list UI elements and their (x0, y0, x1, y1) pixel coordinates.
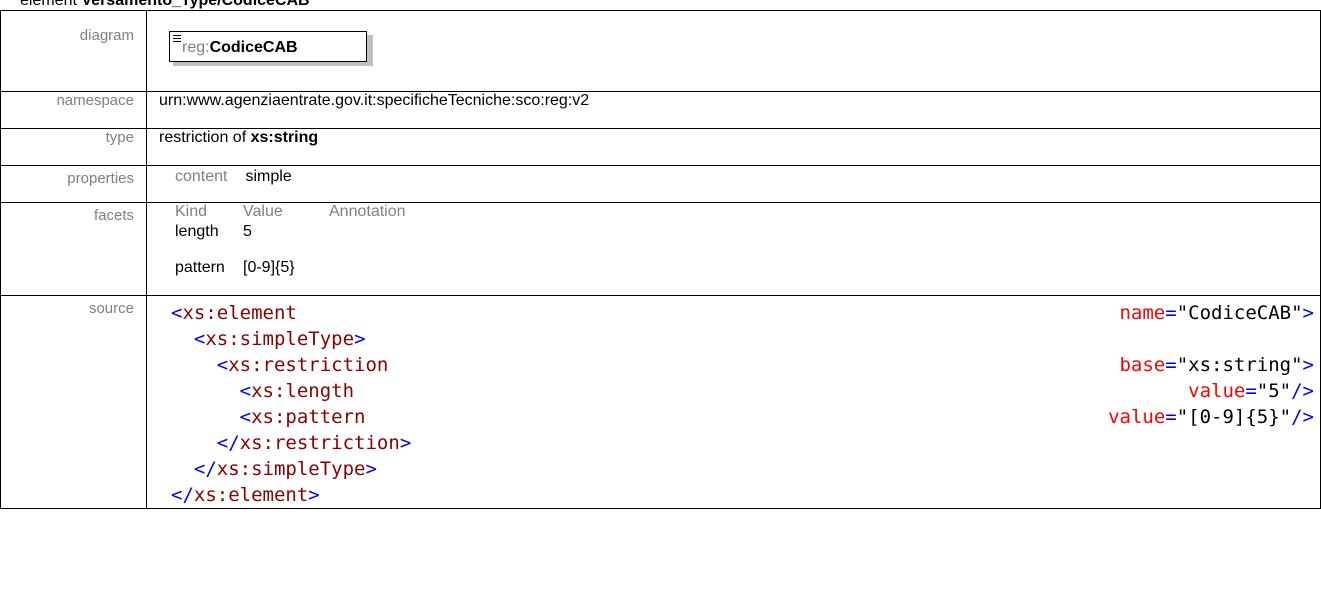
facets-header-kind: Kind (175, 203, 208, 220)
source-tag-name: xs:simpleType (216, 458, 366, 480)
source-indent (171, 458, 194, 480)
source-open-bracket: </ (216, 432, 240, 454)
source-open-bracket: < (239, 380, 252, 402)
facet-value: 5 (243, 223, 252, 240)
facet-row: pattern [0-9]{5} (159, 255, 1320, 285)
source-line: <xs:restriction base="xs:string"> (171, 352, 1320, 378)
source-line: <xs:element name="CodiceCAB"> (171, 300, 1320, 326)
type-prefix: restriction of (159, 129, 251, 146)
source-attr-value: "5" (1256, 380, 1292, 402)
namespace-row: namespace urn:www.agenziaentrate.gov.it:… (0, 91, 1321, 129)
source-close-bracket: > (365, 458, 377, 480)
facets-table: Kind Value Annotation length 5 pattern [0-9]… (159, 203, 1320, 285)
heading-prefix: element (20, 0, 82, 9)
source-line: </xs:element> (171, 482, 1320, 508)
facets-header-value: Value (243, 203, 283, 220)
source-attribute: value="[0-9]{5}"/> (1108, 404, 1314, 430)
diagram-element-local: CodiceCAB (209, 39, 298, 56)
source-attr-name: name (1119, 302, 1166, 324)
property-key: content (175, 168, 228, 185)
facet-row: length 5 (159, 221, 1320, 255)
type-label: type (0, 128, 147, 166)
properties-row: properties content simple (0, 165, 1321, 203)
properties-label: properties (0, 165, 147, 203)
facets-cell: Kind Value Annotation length 5 pattern [0-9]… (146, 202, 1321, 296)
source-indent (171, 328, 194, 350)
source-tag-name: xs:simpleType (205, 328, 355, 350)
diagram-element-name: reg:CodiceCAB (182, 39, 298, 57)
diagram-element-prefix: reg: (182, 39, 210, 56)
type-value: restriction of xs:string (146, 128, 1321, 166)
source-attr-value: "[0-9]{5}" (1176, 406, 1292, 428)
source-tag-name: xs:length (251, 380, 355, 402)
simple-content-icon (173, 35, 181, 44)
source-attr-name: base (1119, 354, 1166, 376)
source-open-bracket: < (171, 302, 183, 324)
source-open-bracket: </ (171, 484, 194, 506)
facets-header-annotation: Annotation (329, 203, 406, 220)
namespace-label: namespace (0, 91, 147, 129)
source-line: <xs:simpleType> (171, 326, 1320, 352)
source-line: <xs:length value="5"/> (171, 378, 1320, 404)
diagram-row: diagram reg:CodiceCAB (0, 10, 1321, 92)
type-row: type restriction of xs:string (0, 128, 1321, 166)
facet-value: [0-9]{5} (243, 259, 295, 276)
source-attribute: value="5"/> (1188, 378, 1314, 404)
namespace-value: urn:www.agenziaentrate.gov.it:specifiche… (146, 91, 1321, 129)
properties-entry: content simple (159, 166, 1320, 186)
source-tag-name: xs:pattern (251, 406, 366, 428)
source-row: source <xs:element name="CodiceCAB"> <xs:… (0, 295, 1321, 509)
diagram-label: diagram (0, 10, 147, 92)
source-close-bracket: > (1302, 354, 1314, 376)
element-diagram-box[interactable]: reg:CodiceCAB (169, 31, 373, 66)
source-indent (171, 432, 217, 454)
facets-label: facets (0, 202, 147, 296)
source-attr-equals: = (1165, 302, 1177, 324)
source-attr-equals: = (1165, 406, 1177, 428)
source-cell: <xs:element name="CodiceCAB"> <xs:simpleT… (146, 295, 1321, 509)
source-open-bracket: < (216, 354, 229, 376)
source-code: <xs:element name="CodiceCAB"> <xs:simpleT… (159, 296, 1320, 508)
source-attribute: base="xs:string"> (1119, 352, 1314, 378)
source-attr-name: value (1188, 380, 1246, 402)
source-tag-name: xs:restriction (239, 432, 400, 454)
facets-header: Kind Value Annotation (159, 203, 1320, 221)
source-tag-name: xs:element (193, 484, 309, 506)
properties-cell: content simple (146, 165, 1321, 203)
source-close-bracket: > (399, 432, 412, 454)
source-line: </xs:restriction> (171, 430, 1320, 456)
diagram-cell: reg:CodiceCAB (146, 10, 1321, 92)
page-heading: element Versamento_Type/CodiceCAB (20, 0, 310, 10)
source-attr-value: "CodiceCAB" (1176, 302, 1303, 324)
facets-row: facets Kind Value Annotation length 5 patte… (0, 202, 1321, 296)
source-close-bracket: /> (1291, 406, 1314, 428)
source-indent (171, 380, 240, 402)
facet-kind: pattern (175, 259, 225, 276)
property-value: simple (245, 168, 292, 185)
source-close-bracket: > (1302, 302, 1314, 324)
source-tag-name: xs:restriction (228, 354, 389, 376)
diagram-element: reg:CodiceCAB (169, 31, 367, 62)
element-doc-table: diagram reg:CodiceCAB namespace urn:www.… (0, 10, 1321, 509)
source-line: </xs:simpleType> (171, 456, 1320, 482)
source-line: <xs:pattern value="[0-9]{5}"/> (171, 404, 1320, 430)
source-indent (171, 354, 217, 376)
source-attr-equals: = (1245, 380, 1257, 402)
heading-title: Versamento_Type/CodiceCAB (81, 0, 310, 9)
source-open-bracket: </ (193, 458, 217, 480)
source-attr-name: value (1108, 406, 1166, 428)
facet-kind: length (175, 223, 219, 240)
source-tag-name: xs:element (182, 302, 297, 324)
source-open-bracket: < (239, 406, 252, 428)
source-attr-equals: = (1165, 354, 1177, 376)
source-attribute: name="CodiceCAB"> (1119, 300, 1314, 326)
type-base-link[interactable]: xs:string (251, 129, 319, 146)
source-open-bracket: < (193, 328, 206, 350)
source-attr-value: "xs:string" (1176, 354, 1303, 376)
source-label: source (0, 295, 147, 509)
source-close-bracket: > (354, 328, 366, 350)
source-indent (171, 406, 240, 428)
source-close-bracket: > (308, 484, 320, 506)
source-close-bracket: /> (1291, 380, 1314, 402)
